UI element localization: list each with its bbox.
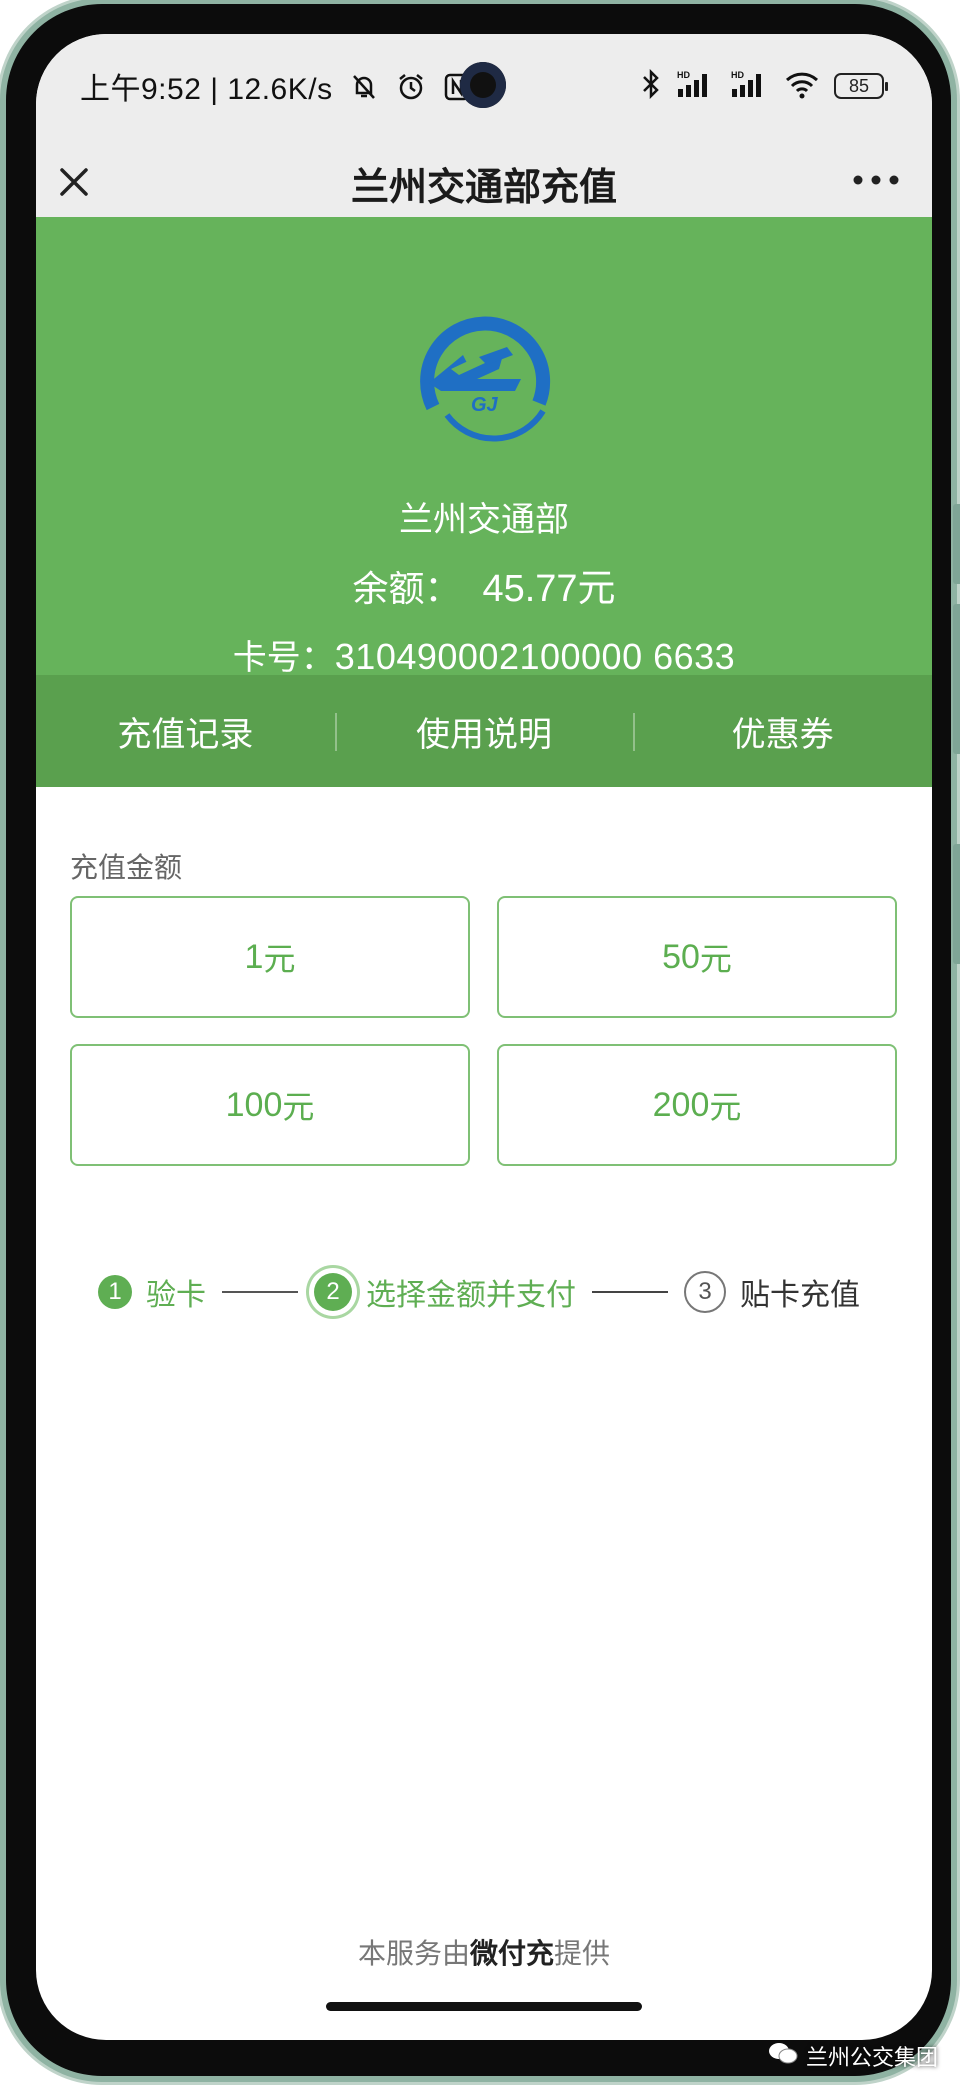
card-company-name: 兰州交通部 <box>399 500 569 540</box>
tab-instructions[interactable]: 使用说明 <box>334 675 634 787</box>
power-button <box>953 844 960 964</box>
bluetooth-icon <box>640 68 662 103</box>
footer-prefix: 本服务由 <box>357 1937 470 1970</box>
step-label: 选择金额并支付 <box>366 1278 576 1313</box>
amount-unit: 元 <box>699 940 732 978</box>
card-number-row: 卡号：310490002100000 6633 <box>36 630 932 679</box>
amount-unit: 元 <box>709 1088 742 1126</box>
watermark-text: 兰州公交集团 <box>805 2046 938 2071</box>
service-footer: 本服务由微付充提供 <box>36 1932 932 1972</box>
amount-option-50[interactable]: 50 元 <box>497 896 897 1018</box>
card-number-value: 310490002100000 6633 <box>334 636 736 677</box>
status-bar: 上午9:52 | 12.6K/s HD HD 85 <box>36 34 932 144</box>
step-select-amount: 2 选择金额并支付 <box>314 1270 576 1314</box>
status-time-speed: 上午9:52 | 12.6K/s <box>80 73 333 106</box>
amount-option-200[interactable]: 200 元 <box>497 1044 897 1166</box>
svg-text:HD: HD <box>677 70 690 80</box>
card-header: GJ 兰州交通部 余额： 45.77元 卡号：310490002100000 66… <box>36 217 932 678</box>
amount-value: 200 <box>652 1085 710 1124</box>
phone-frame: 上午9:52 | 12.6K/s HD HD 85 兰州交通部充值 GJ 兰州交… <box>6 4 960 2076</box>
volume-down-button <box>953 604 960 754</box>
amount-option-1[interactable]: 1元 <box>70 896 470 1018</box>
alarm-icon <box>396 72 426 110</box>
step-connector <box>592 1291 668 1293</box>
tab-recharge-records[interactable]: 充值记录 <box>36 675 335 787</box>
signal-2-icon: HD <box>730 69 770 103</box>
nav-bar: 兰州交通部充值 <box>36 144 932 217</box>
wechat-icon <box>768 2041 798 2071</box>
amount-unit: 元 <box>263 940 296 978</box>
home-indicator[interactable] <box>326 2002 642 2011</box>
status-right: HD HD 85 <box>640 68 888 104</box>
more-icon[interactable] <box>850 162 902 198</box>
volume-up-button <box>953 504 960 584</box>
step-verify-card: 1 验卡 <box>98 1270 206 1314</box>
status-left: 上午9:52 | 12.6K/s <box>80 64 471 110</box>
step-number: 2 <box>314 1273 352 1311</box>
balance-value: 45.77元 <box>482 568 616 610</box>
top-bar: 上午9:52 | 12.6K/s HD HD 85 兰州交通部充值 <box>36 34 932 217</box>
footer-brand: 微付充 <box>469 1937 554 1970</box>
amount-value: 50 <box>662 937 700 976</box>
amount-value: 1 <box>244 937 264 976</box>
step-connector <box>222 1291 298 1293</box>
action-tabs: 充值记录 使用说明 优惠券 <box>36 675 932 787</box>
transit-logo-icon: GJ <box>411 299 561 449</box>
watermark: 兰州公交集团 <box>768 2040 938 2072</box>
amount-unit: 元 <box>282 1088 315 1126</box>
amount-section-label: 充值金额 <box>70 851 183 884</box>
progress-steps: 1 验卡 2 选择金额并支付 3 贴卡充值 <box>98 1264 860 1320</box>
amount-option-100[interactable]: 100 元 <box>70 1044 470 1166</box>
signal-1-icon: HD <box>676 69 716 103</box>
step-tap-card: 3 贴卡充值 <box>684 1270 860 1314</box>
phone-screen: 上午9:52 | 12.6K/s HD HD 85 兰州交通部充值 GJ 兰州交… <box>36 34 932 2040</box>
card-number-label: 卡号： <box>232 638 335 678</box>
battery-indicator: 85 <box>834 73 888 99</box>
footer-suffix: 提供 <box>554 1937 611 1970</box>
wifi-icon <box>784 69 820 103</box>
balance-label: 余额： <box>352 569 461 610</box>
step-number: 1 <box>98 1275 132 1309</box>
step-number: 3 <box>684 1271 726 1313</box>
step-label: 贴卡充值 <box>740 1278 860 1313</box>
amount-value: 100 <box>225 1085 283 1124</box>
svg-text:GJ: GJ <box>471 394 499 416</box>
front-camera <box>460 62 506 108</box>
amount-grid: 1元 50 元 100 元 200 元 <box>70 896 897 1172</box>
mute-bell-icon <box>349 72 379 110</box>
step-label: 验卡 <box>146 1278 206 1313</box>
svg-text:HD: HD <box>731 70 744 80</box>
tab-coupons[interactable]: 优惠券 <box>633 675 932 787</box>
balance-row: 余额： 45.77元 <box>36 557 932 612</box>
page-title: 兰州交通部充值 <box>350 165 617 209</box>
